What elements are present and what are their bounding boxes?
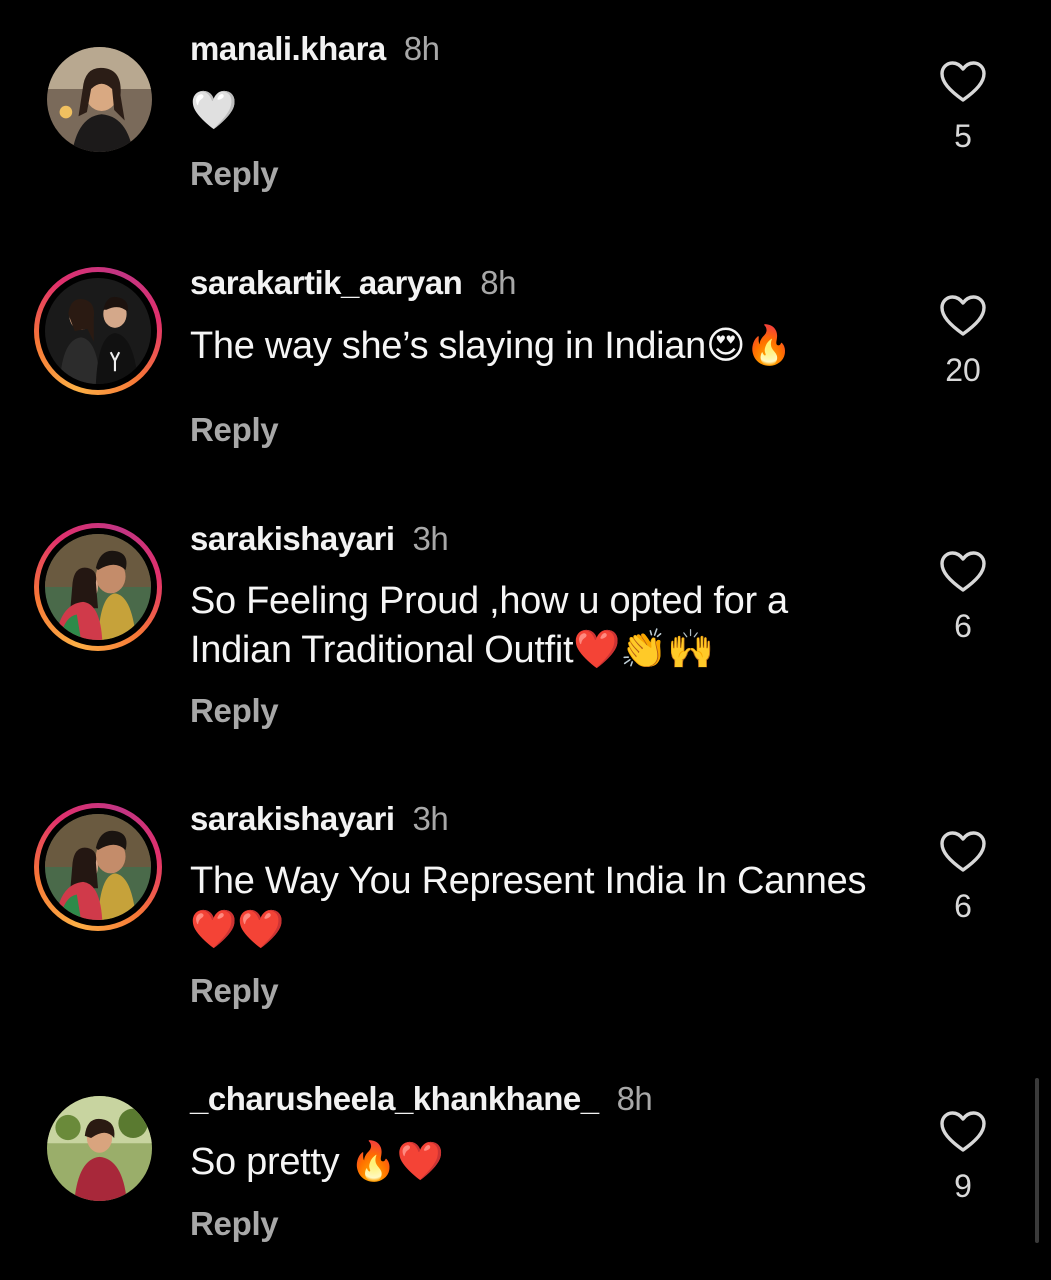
- like-count: 9: [954, 1168, 972, 1204]
- like-count: 6: [954, 608, 972, 644]
- like-count: 6: [954, 888, 972, 924]
- reply-button[interactable]: Reply: [190, 972, 279, 1010]
- comment-emoji: ❤️👏🙌: [573, 627, 715, 671]
- reply-button[interactable]: Reply: [190, 155, 279, 193]
- like-control: 20: [930, 294, 996, 389]
- reply-button[interactable]: Reply: [190, 411, 279, 449]
- comment-time: 3h: [412, 800, 449, 837]
- avatar-photo: [45, 814, 151, 920]
- comment-header: sarakishayari 3h: [190, 520, 449, 558]
- comment-username[interactable]: sarakartik_aaryan: [190, 264, 463, 301]
- comment-time: 8h: [480, 264, 516, 301]
- comment-text: The Way You Represent India In Cannes ❤️❤…: [190, 857, 890, 954]
- comment-text-body: The way she’s slaying in Indian: [190, 325, 706, 367]
- comment-text: So pretty 🔥❤️: [190, 1137, 890, 1186]
- avatar[interactable]: [34, 803, 162, 931]
- story-ring-gap: [39, 528, 157, 646]
- comment-header: _charusheela_khankhane_ 8h: [190, 1080, 653, 1118]
- comment-emoji: 🔥❤️: [349, 1139, 444, 1183]
- heart-outline-icon[interactable]: [939, 830, 987, 874]
- comment-emoji: 🤍: [190, 88, 238, 132]
- like-control: 6: [930, 550, 996, 645]
- comment-username[interactable]: sarakishayari: [190, 800, 395, 837]
- comment-text: 🤍: [190, 86, 890, 135]
- story-ring-gap: [39, 272, 157, 390]
- comment-time: 8h: [616, 1080, 653, 1117]
- comment-username[interactable]: _charusheela_khankhane_: [190, 1080, 599, 1117]
- comment-username[interactable]: manali.khara: [190, 30, 386, 67]
- like-control: 6: [930, 830, 996, 925]
- like-count: 5: [954, 118, 972, 154]
- comment-text-body: So pretty: [190, 1141, 350, 1183]
- like-control: 9: [930, 1110, 996, 1205]
- like-control: 5: [930, 60, 996, 155]
- comment-header: sarakartik_aaryan 8h: [190, 264, 516, 302]
- story-ring-gap: [39, 808, 157, 926]
- avatar[interactable]: [47, 47, 152, 152]
- comment-header: manali.khara 8h: [190, 30, 440, 68]
- heart-outline-icon[interactable]: [939, 294, 987, 338]
- comment-emoji: ❤️❤️: [190, 907, 285, 951]
- avatar[interactable]: [34, 523, 162, 651]
- avatar[interactable]: [34, 267, 162, 395]
- comment-header: sarakishayari 3h: [190, 800, 449, 838]
- heart-outline-icon[interactable]: [939, 1110, 987, 1154]
- like-count: 20: [945, 352, 981, 388]
- scrollbar[interactable]: [1035, 1078, 1039, 1243]
- avatar-photo: [45, 278, 151, 384]
- reply-button[interactable]: Reply: [190, 1205, 279, 1243]
- avatar-photo: [45, 534, 151, 640]
- heart-outline-icon[interactable]: [939, 60, 987, 104]
- comment-text-body: The Way You Represent India In Cannes: [190, 860, 867, 902]
- comment-text: The way she’s slaying in Indian😍🔥: [190, 321, 890, 370]
- reply-button[interactable]: Reply: [190, 692, 279, 730]
- comment-username[interactable]: sarakishayari: [190, 520, 395, 557]
- comment-time: 3h: [412, 520, 449, 557]
- comment-text: So Feeling Proud ,how u opted for a Indi…: [190, 577, 890, 674]
- avatar-photo: [47, 1096, 152, 1201]
- comment-time: 8h: [403, 30, 440, 67]
- avatar-photo: [47, 47, 152, 152]
- comment-emoji: 😍🔥: [705, 323, 793, 367]
- avatar[interactable]: [47, 1096, 152, 1201]
- heart-outline-icon[interactable]: [939, 550, 987, 594]
